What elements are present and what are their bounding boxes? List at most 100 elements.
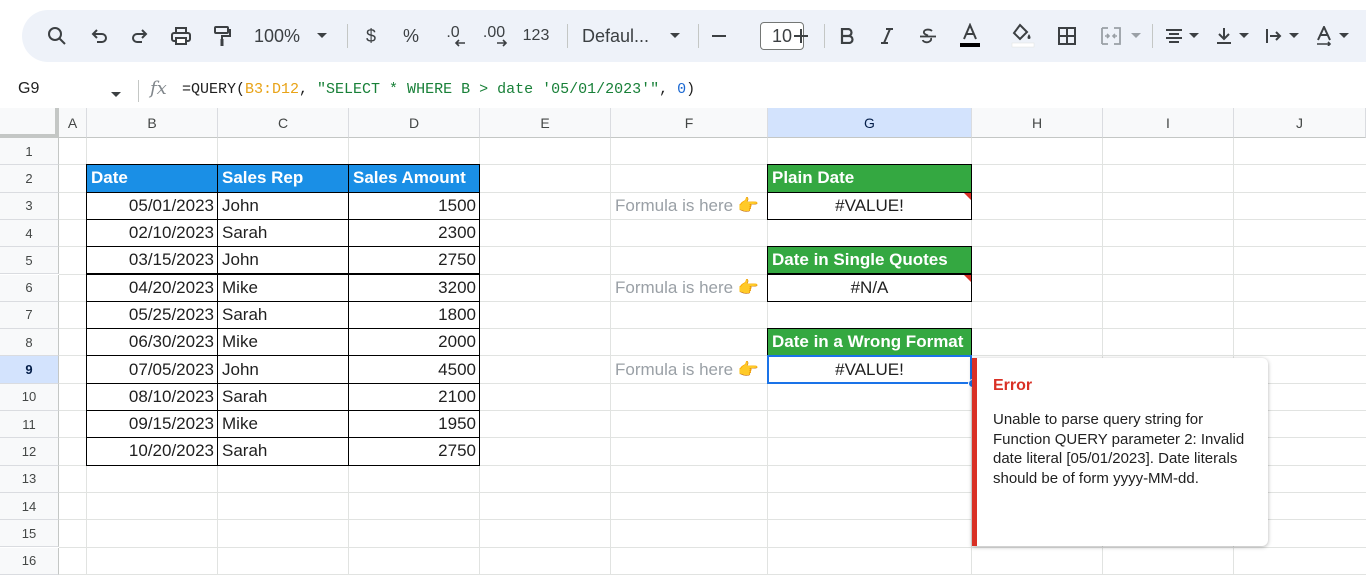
table-cell-rep[interactable]: Sarah bbox=[217, 382, 349, 411]
increase-decimal-button[interactable]: .00 bbox=[478, 10, 510, 62]
row-header-11[interactable]: 11 bbox=[0, 411, 59, 439]
row-header-7[interactable]: 7 bbox=[0, 301, 59, 330]
table-cell-date[interactable]: 04/20/2023 bbox=[86, 273, 218, 302]
fill-color-icon[interactable] bbox=[1008, 10, 1038, 62]
table-cell-rep[interactable]: Sarah bbox=[217, 437, 349, 466]
valign-icon[interactable] bbox=[1212, 10, 1236, 62]
chevron-down-icon[interactable] bbox=[1186, 10, 1202, 62]
paint-format-icon[interactable] bbox=[207, 10, 237, 62]
name-box[interactable]: G9 bbox=[18, 80, 39, 98]
table-cell-amount[interactable]: 2300 bbox=[348, 218, 480, 248]
borders-icon[interactable] bbox=[1054, 10, 1080, 62]
table-cell-rep[interactable]: Sarah bbox=[217, 300, 349, 330]
table-cell-rep[interactable]: John bbox=[217, 355, 349, 384]
more-formats-button[interactable]: 123 bbox=[520, 10, 552, 62]
redo-icon[interactable] bbox=[125, 10, 155, 62]
table-cell-rep[interactable]: John bbox=[217, 191, 349, 220]
row-header-3[interactable]: 3 bbox=[0, 192, 59, 220]
case-title-cell[interactable]: Plain Date bbox=[767, 164, 972, 193]
zoom-select[interactable]: 100% bbox=[250, 10, 304, 62]
chevron-down-icon[interactable] bbox=[1336, 10, 1352, 62]
chevron-down-icon[interactable] bbox=[667, 10, 683, 62]
table-header-cell[interactable]: Date bbox=[86, 164, 218, 193]
undo-icon[interactable] bbox=[84, 10, 114, 62]
row-header-1[interactable]: 1 bbox=[0, 138, 59, 166]
bold-icon[interactable] bbox=[834, 10, 860, 62]
decrease-decimal-button[interactable]: .0 bbox=[438, 10, 468, 62]
row-header-15[interactable]: 15 bbox=[0, 520, 59, 548]
row-header-8[interactable]: 8 bbox=[0, 329, 59, 357]
row-header-2[interactable]: 2 bbox=[0, 165, 59, 193]
table-cell-date[interactable]: 05/01/2023 bbox=[86, 191, 218, 220]
table-cell-date[interactable]: 03/15/2023 bbox=[86, 246, 218, 275]
table-cell-date[interactable]: 10/20/2023 bbox=[86, 437, 218, 466]
case-result-cell[interactable]: #VALUE! bbox=[767, 191, 972, 220]
table-cell-date[interactable]: 08/10/2023 bbox=[86, 382, 218, 411]
chevron-down-icon[interactable] bbox=[1128, 10, 1144, 62]
table-cell-amount[interactable]: 4500 bbox=[348, 355, 480, 384]
column-header-j[interactable]: J bbox=[1234, 108, 1366, 138]
increase-font-size-icon[interactable] bbox=[790, 10, 812, 62]
table-cell-amount[interactable]: 2000 bbox=[348, 328, 480, 357]
table-header-cell[interactable]: Sales Amount bbox=[348, 164, 480, 193]
column-header-h[interactable]: H bbox=[972, 108, 1103, 138]
formula-note[interactable]: Formula is here 👉 bbox=[615, 192, 768, 220]
table-cell-rep[interactable]: Mike bbox=[217, 273, 349, 302]
table-cell-date[interactable]: 07/05/2023 bbox=[86, 355, 218, 384]
column-header-b[interactable]: B bbox=[87, 108, 218, 138]
column-header-i[interactable]: I bbox=[1103, 108, 1234, 138]
chevron-down-icon[interactable] bbox=[1286, 10, 1302, 62]
print-icon[interactable] bbox=[166, 10, 196, 62]
table-cell-amount[interactable]: 2750 bbox=[348, 246, 480, 275]
column-header-f[interactable]: F bbox=[611, 108, 768, 138]
table-cell-rep[interactable]: John bbox=[217, 246, 349, 275]
currency-format-button[interactable]: $ bbox=[360, 10, 382, 62]
chevron-down-icon[interactable] bbox=[110, 86, 122, 104]
table-cell-amount[interactable]: 1950 bbox=[348, 410, 480, 439]
table-cell-rep[interactable]: Mike bbox=[217, 410, 349, 439]
text-rotation-icon[interactable] bbox=[1312, 10, 1336, 62]
case-title-cell[interactable]: Date in Single Quotes bbox=[767, 246, 972, 275]
row-header-9[interactable]: 9 bbox=[0, 356, 59, 384]
row-header-6[interactable]: 6 bbox=[0, 274, 59, 302]
table-cell-rep[interactable]: Sarah bbox=[217, 218, 349, 248]
case-title-cell[interactable]: Date in a Wrong Format bbox=[767, 328, 972, 357]
table-cell-date[interactable]: 06/30/2023 bbox=[86, 328, 218, 357]
decrease-font-size-icon[interactable] bbox=[708, 10, 730, 62]
strikethrough-icon[interactable] bbox=[915, 10, 941, 62]
table-cell-amount[interactable]: 1500 bbox=[348, 191, 480, 220]
row-header-16[interactable]: 16 bbox=[0, 547, 59, 575]
italic-icon[interactable] bbox=[874, 10, 900, 62]
chevron-down-icon[interactable] bbox=[1236, 10, 1252, 62]
align-icon[interactable] bbox=[1162, 10, 1186, 62]
table-cell-amount[interactable]: 2100 bbox=[348, 382, 480, 411]
row-header-13[interactable]: 13 bbox=[0, 465, 59, 493]
table-cell-amount[interactable]: 3200 bbox=[348, 273, 480, 302]
row-header-14[interactable]: 14 bbox=[0, 492, 59, 521]
formula-input[interactable]: =QUERY(B3:D12, "SELECT * WHERE B > date … bbox=[182, 81, 695, 98]
table-cell-amount[interactable]: 2750 bbox=[348, 437, 480, 466]
chevron-down-icon[interactable] bbox=[314, 10, 330, 62]
search-icon[interactable] bbox=[42, 10, 72, 62]
select-all-corner[interactable] bbox=[0, 108, 59, 138]
text-wrap-icon[interactable] bbox=[1262, 10, 1286, 62]
row-header-4[interactable]: 4 bbox=[0, 219, 59, 248]
row-header-10[interactable]: 10 bbox=[0, 383, 59, 411]
formula-note[interactable]: Formula is here 👉 bbox=[615, 274, 768, 302]
percent-format-button[interactable]: % bbox=[400, 10, 422, 62]
column-header-a[interactable]: A bbox=[59, 108, 87, 138]
column-header-g[interactable]: G bbox=[768, 108, 972, 138]
case-result-cell[interactable]: #N/A bbox=[767, 273, 972, 302]
table-header-cell[interactable]: Sales Rep bbox=[217, 164, 349, 193]
table-cell-date[interactable]: 09/15/2023 bbox=[86, 410, 218, 439]
column-header-c[interactable]: C bbox=[218, 108, 349, 138]
text-color-icon[interactable] bbox=[956, 10, 984, 62]
column-header-d[interactable]: D bbox=[349, 108, 480, 138]
table-cell-rep[interactable]: Mike bbox=[217, 328, 349, 357]
column-header-e[interactable]: E bbox=[480, 108, 611, 138]
table-cell-date[interactable]: 02/10/2023 bbox=[86, 218, 218, 248]
merge-icon[interactable] bbox=[1097, 10, 1125, 62]
row-header-12[interactable]: 12 bbox=[0, 438, 59, 466]
row-header-5[interactable]: 5 bbox=[0, 247, 59, 275]
table-cell-amount[interactable]: 1800 bbox=[348, 300, 480, 330]
